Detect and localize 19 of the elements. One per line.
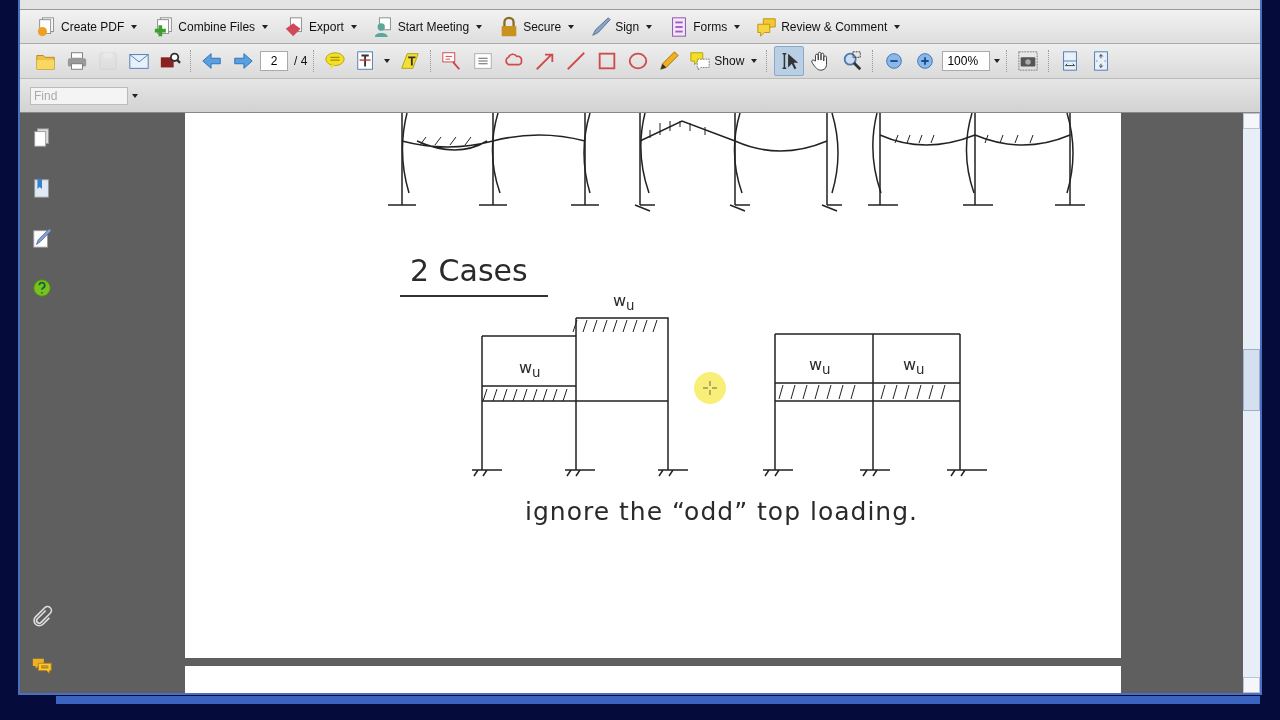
task-button[interactable]: Forms xyxy=(664,13,745,40)
find-field[interactable]: Find xyxy=(30,86,128,105)
load-label: w$_{u}$ xyxy=(903,355,925,378)
task-button[interactable]: Create PDF xyxy=(32,13,142,40)
load-label: w$_{u}$ xyxy=(519,358,541,381)
handwritten-heading: 2 Cases xyxy=(410,253,528,288)
page-count: / 4 xyxy=(294,54,308,68)
task-button[interactable]: Combine Files xyxy=(149,13,273,40)
task-button[interactable]: Sign xyxy=(586,13,657,40)
load-label: w$_{u}$ xyxy=(613,291,635,314)
task-button[interactable]: Review & Comment xyxy=(752,13,905,40)
task-button[interactable]: Start Meeting xyxy=(368,13,487,40)
task-button[interactable]: Secure xyxy=(494,13,579,40)
task-button[interactable]: Export xyxy=(280,13,361,40)
handwritten-note: ignore the “odd” top loading. xyxy=(525,497,918,526)
show-button[interactable]: Show xyxy=(686,47,761,75)
page-number-field[interactable]: 2 xyxy=(260,51,288,71)
zoom-field[interactable]: 100% xyxy=(942,51,991,71)
load-label: w$_{u}$ xyxy=(809,355,831,378)
